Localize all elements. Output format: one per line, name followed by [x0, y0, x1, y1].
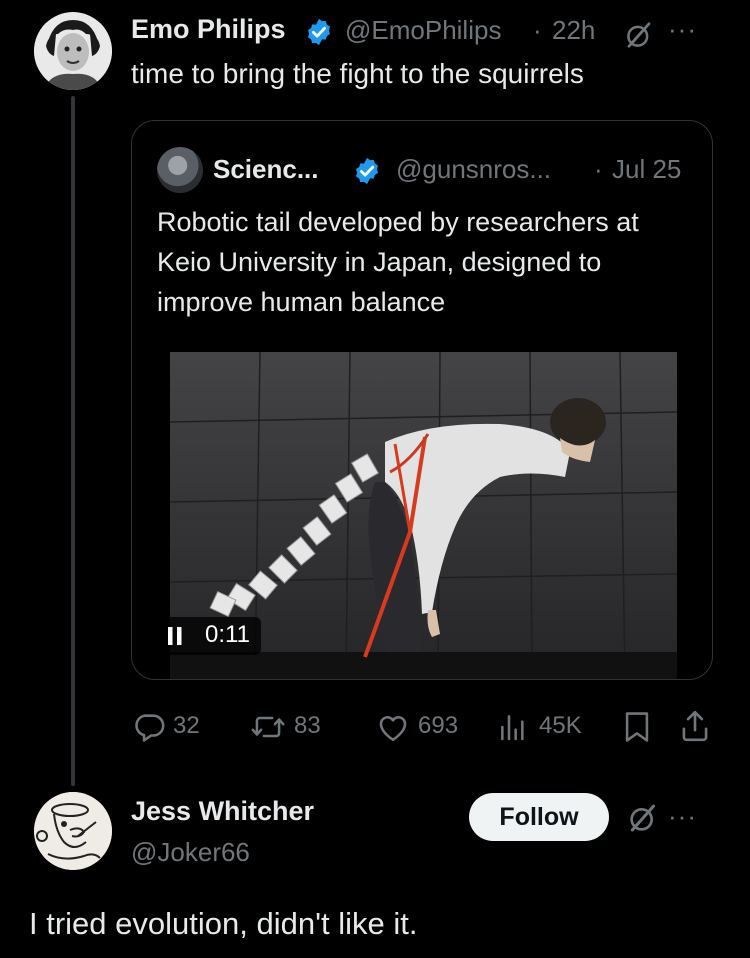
quoted-author-name[interactable]: Scienc...	[213, 154, 319, 185]
more-icon[interactable]: ···	[668, 14, 697, 45]
repost-count: 83	[294, 712, 321, 739]
reply-author-handle[interactable]: @Joker66	[131, 837, 250, 868]
author-name[interactable]: Emo Philips	[131, 14, 286, 45]
reply-text: I tried evolution, didn't like it.	[29, 906, 418, 941]
separator-dot: ·	[594, 154, 603, 184]
verified-badge-icon	[304, 17, 334, 47]
like-icon[interactable]	[376, 711, 410, 748]
quoted-tweet-timestamp[interactable]: Jul 25	[612, 154, 681, 185]
grok-icon[interactable]	[624, 20, 654, 50]
reply-author-avatar[interactable]	[34, 792, 112, 870]
quoted-tweet-text: Robotic tail developed by researchers at…	[157, 207, 639, 317]
author-avatar[interactable]	[34, 12, 112, 90]
tweet-timestamp[interactable]: 22h	[552, 15, 595, 46]
separator-dot: ·	[533, 15, 542, 45]
more-icon[interactable]: ···	[668, 801, 697, 832]
pause-icon[interactable]	[167, 626, 183, 646]
like-count: 693	[418, 712, 459, 739]
verified-badge-icon	[352, 156, 382, 186]
reply-author-name[interactable]: Jess Whitcher	[131, 796, 314, 827]
video-time: 0:11	[205, 621, 250, 648]
reply-count: 32	[173, 712, 200, 739]
tweet-text: time to bring the fight to the squirrels	[131, 58, 584, 89]
views-icon[interactable]	[497, 711, 529, 748]
thread-line	[71, 96, 75, 786]
quoted-author-avatar[interactable]	[157, 147, 203, 193]
share-icon[interactable]	[678, 708, 712, 749]
bookmark-icon[interactable]	[622, 710, 652, 749]
author-handle[interactable]: @EmoPhilips	[345, 15, 501, 46]
views-count: 45K	[539, 712, 582, 739]
reply-icon[interactable]	[132, 710, 166, 749]
grok-icon[interactable]	[627, 802, 659, 834]
repost-icon[interactable]	[250, 710, 286, 749]
quoted-author-handle[interactable]: @gunsnros...	[396, 154, 551, 185]
follow-button[interactable]: Follow	[469, 793, 609, 841]
